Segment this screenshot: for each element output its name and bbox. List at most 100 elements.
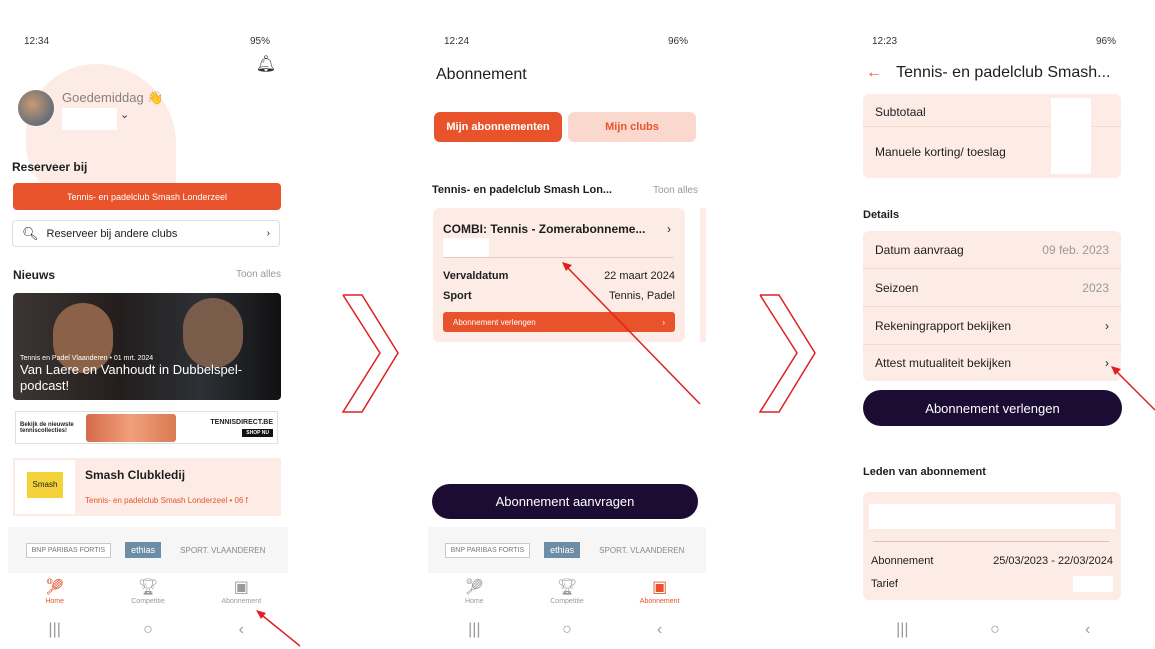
- sponsor-logo: ethias: [125, 542, 162, 558]
- sponsor-bar: BNP PARIBAS FORTIS ethias SPORT. VLAANDE…: [428, 527, 706, 573]
- flow-chevron-icon: [341, 294, 399, 413]
- avatar[interactable]: [18, 90, 54, 126]
- club-news-title: Smash Clubkledij: [85, 468, 186, 482]
- redacted-box: [443, 238, 489, 258]
- back-icon[interactable]: ‹: [640, 621, 680, 639]
- subscription-card[interactable]: COMBI: Tennis - Zomerabonneme... › Verva…: [433, 208, 685, 342]
- extend-label: Abonnement verlengen: [453, 317, 536, 327]
- sponsor-logo: SPORT. VLAANDEREN: [180, 545, 266, 555]
- bottom-nav: 🎾︎ Home 🏆︎ Competitie ▣ Abonnement: [428, 578, 706, 618]
- home-icon: 🎾︎: [44, 579, 65, 596]
- sponsor-logo: BNP PARIBAS FORTIS: [444, 542, 531, 558]
- chevron-down-icon[interactable]: ⌄: [120, 108, 129, 121]
- request-subscription-button[interactable]: Abonnement aanvragen: [432, 484, 698, 519]
- status-time: 12:34: [24, 36, 50, 47]
- divider: [873, 541, 1109, 542]
- club-news-card[interactable]: Smash Smash Clubkledij Tennis- en padelc…: [13, 458, 281, 516]
- abonnement-label: Abonnement: [871, 555, 934, 567]
- rekening-row[interactable]: Rekeningrapport bekijken ›: [863, 307, 1121, 344]
- home-icon: 🎾︎: [464, 579, 485, 596]
- status-battery: 96%: [667, 36, 688, 47]
- sponsor-bar: BNP PARIBAS FORTIS ethias SPORT. VLAANDE…: [8, 527, 288, 573]
- toon-alles-link[interactable]: Toon alles: [236, 269, 281, 280]
- datum-row: Datum aanvraag 09 feb. 2023: [863, 231, 1121, 269]
- page-title: Abonnement: [436, 66, 527, 83]
- extend-subscription-button[interactable]: Abonnement verlengen: [863, 390, 1122, 426]
- status-time: 12:24: [444, 36, 470, 47]
- reserve-other-label: Reserveer bij andere clubs: [46, 227, 178, 240]
- news-meta: Tennis en Padel Vlaanderen • 01 mrt. 202…: [20, 355, 154, 362]
- tab-mijn-clubs[interactable]: Mijn clubs: [568, 112, 696, 142]
- redacted-box: [1073, 576, 1113, 592]
- details-heading: Details: [863, 209, 900, 221]
- attest-label: Attest mutualiteit bekijken: [875, 356, 1012, 370]
- subtotaal-label: Subtotaal: [875, 105, 926, 119]
- system-nav: ||| ○ ‹: [856, 619, 1134, 641]
- sport-value: Tennis, Padel: [608, 290, 675, 302]
- club-reserve-button[interactable]: Tennis- en padelclub Smash Londerzeel: [13, 183, 281, 210]
- tab-mijn-abonnementen[interactable]: Mijn abonnementen: [434, 112, 562, 142]
- leden-heading: Leden van abonnement: [863, 466, 986, 478]
- manuele-label: Manuele korting/ toeslag: [875, 145, 1006, 159]
- sponsor-logo: BNP PARIBAS FORTIS: [25, 542, 112, 558]
- recents-icon[interactable]: |||: [454, 621, 494, 639]
- tab-home[interactable]: 🎾︎ Home: [20, 578, 90, 618]
- back-arrow-icon[interactable]: ←: [866, 64, 882, 81]
- tab-label: Home: [464, 598, 484, 605]
- sport-label: Sport: [443, 290, 472, 302]
- details-card: Datum aanvraag 09 feb. 2023 Seizoen 2023…: [863, 231, 1121, 381]
- flow-chevron-icon: [758, 294, 816, 413]
- home-button-icon[interactable]: ○: [547, 621, 587, 639]
- manuele-row: Manuele korting/ toeslag: [863, 132, 1043, 172]
- screen-abonnement: 12:24 96% Abonnement Mijn abonnementen M…: [428, 0, 706, 649]
- status-battery: 96%: [1095, 36, 1116, 47]
- tab-label: Home: [45, 598, 64, 605]
- club-news-sub: Tennis- en padelclub Smash Londerzeel • …: [85, 496, 248, 505]
- vervaldatum-label: Vervaldatum: [443, 270, 509, 282]
- chevron-right-icon: ›: [662, 317, 665, 327]
- chevron-right-icon: ›: [266, 228, 270, 239]
- home-button-icon[interactable]: ○: [128, 621, 168, 639]
- tab-label: Competitie: [131, 598, 165, 605]
- price-card: Subtotaal Manuele korting/ toeslag: [863, 94, 1121, 178]
- banner-brand: TENNISDIRECT.BE: [210, 418, 273, 426]
- tab-abonnement[interactable]: ▣ Abonnement: [625, 578, 695, 618]
- back-icon[interactable]: ‹: [1068, 621, 1108, 639]
- tab-abonnement[interactable]: ▣ Abonnement: [206, 578, 276, 618]
- page-title: Tennis- en padelclub Smash...: [896, 64, 1111, 81]
- rekening-label: Rekeningrapport bekijken: [875, 318, 1012, 333]
- status-time: 12:23: [872, 36, 898, 47]
- tab-home[interactable]: 🎾︎ Home: [439, 578, 509, 618]
- recents-icon[interactable]: |||: [35, 621, 75, 639]
- card-icon: ▣: [652, 579, 668, 596]
- ad-banner[interactable]: Bekijk de nieuwste tenniscollecties! TEN…: [15, 411, 278, 444]
- extend-subscription-button[interactable]: Abonnement verlengen ›: [443, 312, 675, 332]
- tab-competitie[interactable]: 🏆︎ Competitie: [532, 578, 602, 618]
- club-logo-text: Smash: [27, 472, 63, 498]
- system-nav: ||| ○ ‹: [8, 619, 288, 641]
- toon-alles-link[interactable]: Toon alles: [653, 185, 698, 196]
- user-name-redacted: [62, 108, 117, 130]
- seizoen-label: Seizoen: [875, 280, 919, 295]
- chevron-right-icon: ›: [667, 222, 671, 236]
- attest-row[interactable]: Attest mutualiteit bekijken ›: [863, 345, 1121, 381]
- chevron-right-icon: ›: [1105, 356, 1109, 370]
- banner-text: Bekijk de nieuwste tenniscollecties!: [20, 421, 74, 434]
- back-icon[interactable]: ‹: [221, 621, 261, 639]
- seizoen-row: Seizoen 2023: [863, 269, 1121, 306]
- tab-competitie[interactable]: 🏆︎ Competitie: [113, 578, 183, 618]
- trophy-icon: 🏆︎: [556, 579, 578, 596]
- banner-image: [86, 413, 176, 442]
- redacted-box: [869, 504, 1115, 529]
- home-button-icon[interactable]: ○: [975, 621, 1015, 639]
- nieuws-heading: Nieuws: [13, 268, 56, 282]
- sponsor-logo: SPORT. VLAANDEREN: [599, 545, 685, 555]
- bottom-nav: 🎾︎ Home 🏆︎ Competitie ▣ Abonnement: [8, 578, 288, 618]
- reserve-other-clubs[interactable]: 🔍︎ Reserveer bij andere clubs ›: [12, 220, 280, 247]
- screen-home: 12:34 95% 🔔︎ Goedemiddag 👋 ⌄ Reserveer b…: [8, 0, 288, 649]
- news-card[interactable]: Tennis en Padel Vlaanderen • 01 mrt. 202…: [13, 293, 281, 400]
- recents-icon[interactable]: |||: [882, 621, 922, 639]
- datum-value: 09 feb. 2023: [1042, 243, 1109, 257]
- news-title: Van Laere en Vanhoudt in Dubbelspel-podc…: [20, 362, 243, 393]
- bell-icon[interactable]: 🔔︎: [256, 54, 276, 74]
